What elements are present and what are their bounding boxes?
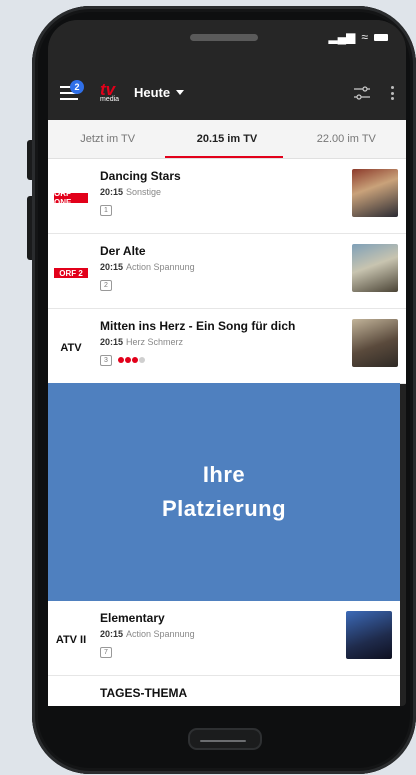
home-button[interactable] bbox=[188, 728, 262, 750]
tab-2200[interactable]: 22.00 im TV bbox=[287, 120, 406, 158]
time-value: 20:15 bbox=[100, 337, 124, 347]
list-item[interactable]: TAGES-THEMA bbox=[48, 676, 400, 706]
age-tag: 1 bbox=[100, 205, 112, 216]
time-tabs: Jetzt im TV 20.15 im TV 22.00 im TV bbox=[48, 120, 406, 159]
age-tag: 2 bbox=[100, 280, 112, 291]
status-bar: ▂▄▆ ≈ bbox=[48, 20, 406, 68]
speaker-notch bbox=[190, 34, 258, 41]
show-genre: Sonstige bbox=[126, 187, 162, 197]
lower-list: ATV II Elementary 20:15 Action Spannung 7… bbox=[48, 601, 400, 706]
list-item[interactable]: ATV II Elementary 20:15 Action Spannung 7 bbox=[48, 601, 400, 676]
show-time: 20:15 Action Spannung bbox=[100, 262, 195, 272]
show-title: Dancing Stars bbox=[100, 169, 181, 183]
signal-icon: ▂▄▆ bbox=[328, 30, 356, 44]
list-item[interactable]: ORF 2 Der Alte 20:15 Action Spannung 2 bbox=[48, 234, 406, 309]
rating-dot bbox=[132, 357, 138, 363]
ad-text: Ihre Platzierung bbox=[162, 458, 286, 526]
show-title: Mitten ins Herz - Ein Song für dich bbox=[100, 319, 296, 333]
age-tag: 3 bbox=[100, 355, 112, 366]
rating-dots bbox=[118, 357, 145, 363]
channel-logo: ORF 2 bbox=[54, 268, 88, 278]
show-genre: Herz Schmerz bbox=[126, 337, 184, 347]
rating-dot bbox=[118, 357, 124, 363]
list-item[interactable]: ORF ONE Dancing Stars 20:15 Sonstige 1 bbox=[48, 159, 406, 234]
time-value: 20:15 bbox=[100, 629, 124, 639]
rating-dot bbox=[139, 357, 145, 363]
app-bar: 2 tv media Heute bbox=[48, 68, 406, 120]
channel-logo: ATV II bbox=[55, 634, 87, 646]
channel-logo: ORF ONE bbox=[54, 189, 88, 207]
tab-2015[interactable]: 20.15 im TV bbox=[167, 120, 286, 158]
rating-dot bbox=[125, 357, 131, 363]
notification-badge: 2 bbox=[70, 80, 84, 94]
channel-logo: ATV bbox=[60, 342, 82, 354]
time-value: 20:15 bbox=[100, 187, 124, 197]
show-thumbnail bbox=[352, 244, 398, 292]
show-genre: Action Spannung bbox=[126, 262, 195, 272]
show-title: Der Alte bbox=[100, 244, 146, 258]
ad-line-2: Platzierung bbox=[161, 496, 287, 521]
tab-jetzt[interactable]: Jetzt im TV bbox=[48, 120, 167, 158]
show-time: 20:15 Action Spannung bbox=[100, 629, 195, 639]
show-title: Elementary bbox=[100, 611, 165, 625]
filter-sliders-icon[interactable] bbox=[354, 86, 370, 100]
active-tab-indicator bbox=[165, 156, 283, 158]
tv-media-logo[interactable]: tv media bbox=[100, 81, 122, 108]
logo-media-text: media bbox=[100, 96, 120, 103]
show-time: 20:15 Sonstige bbox=[100, 187, 161, 197]
ad-placement-banner[interactable]: Ihre Platzierung bbox=[48, 383, 400, 601]
show-thumbnail bbox=[346, 611, 392, 659]
time-value: 20:15 bbox=[100, 262, 124, 272]
status-icons: ▂▄▆ ≈ bbox=[328, 30, 388, 44]
wifi-icon: ≈ bbox=[361, 30, 368, 44]
show-time: 20:15 Herz Schmerz bbox=[100, 337, 183, 347]
date-label: Heute bbox=[134, 85, 171, 100]
battery-icon bbox=[374, 33, 388, 41]
more-vertical-icon[interactable] bbox=[390, 86, 394, 100]
show-thumbnail bbox=[352, 169, 398, 217]
chevron-down-icon bbox=[176, 90, 185, 95]
home-indicator bbox=[200, 740, 246, 742]
show-genre: Action Spannung bbox=[126, 629, 195, 639]
ad-line-1: Ihre bbox=[202, 462, 246, 487]
show-thumbnail bbox=[352, 319, 398, 367]
list-item[interactable]: ATV Mitten ins Herz - Ein Song für dich … bbox=[48, 309, 406, 384]
age-tag: 7 bbox=[100, 647, 112, 658]
show-title: TAGES-THEMA bbox=[100, 686, 188, 700]
date-dropdown[interactable]: Heute bbox=[134, 85, 185, 100]
